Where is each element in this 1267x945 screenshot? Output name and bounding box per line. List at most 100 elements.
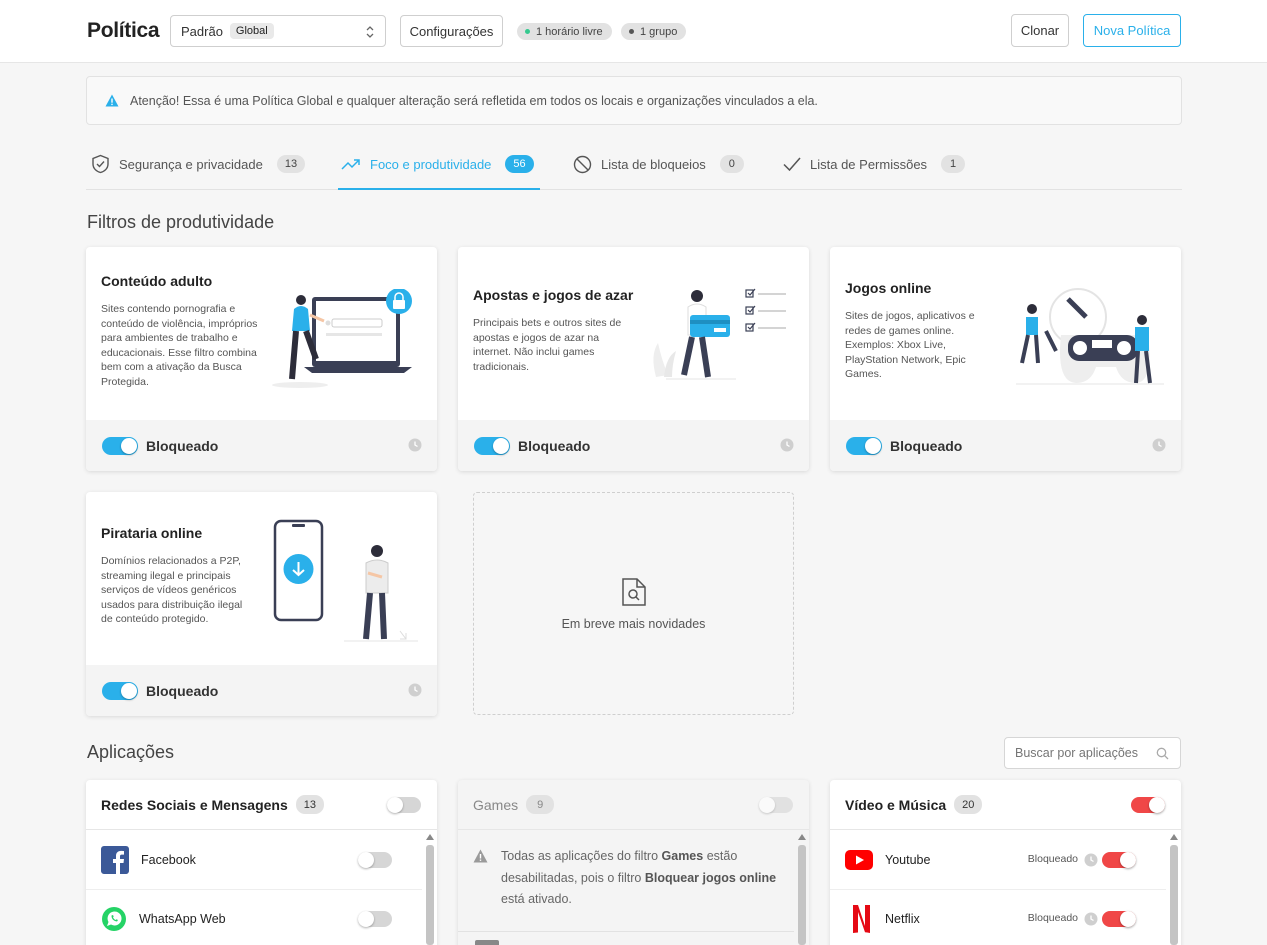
filter-card-gambling: Apostas e jogos de azar Principais bets …: [458, 247, 809, 471]
scrollbar[interactable]: [1169, 834, 1178, 945]
filter-status: Bloqueado: [146, 437, 219, 454]
trending-up-icon: [341, 159, 360, 170]
group-chip[interactable]: 1 grupo: [621, 23, 687, 40]
app-row: WhatsApp Web: [86, 890, 422, 945]
tab-focus-productivity[interactable]: Foco e produtividade 56: [341, 138, 534, 190]
shield-check-icon: [92, 154, 109, 174]
tab-count-badge: 1: [941, 155, 966, 173]
chip-label: 1 horário livre: [536, 25, 603, 38]
tab-label: Lista de bloqueios: [601, 156, 706, 172]
app-row: Netflix Bloqueado: [830, 890, 1166, 945]
new-policy-button[interactable]: Nova Política: [1083, 14, 1181, 47]
clock-icon[interactable]: [408, 683, 422, 697]
scroll-thumb[interactable]: [1169, 845, 1178, 945]
tab-count-badge: 56: [505, 155, 534, 173]
youtube-icon: [845, 850, 873, 870]
warning-icon: [105, 94, 119, 107]
select-arrows-icon: [366, 26, 374, 38]
top-header: Política Padrão Global Configurações 1 h…: [0, 0, 1267, 63]
filter-status: Bloqueado: [518, 437, 591, 454]
facebook-icon: [101, 846, 129, 874]
tab-label: Lista de Permissões: [810, 156, 928, 172]
group-toggle[interactable]: [1131, 797, 1165, 813]
search-icon: [1156, 747, 1169, 760]
clock-icon[interactable]: [780, 438, 794, 452]
app-toggle[interactable]: [1102, 911, 1136, 927]
clone-button[interactable]: Clonar: [1011, 14, 1069, 47]
filter-title: Conteúdo adulto: [101, 273, 213, 289]
scroll-up-arrow[interactable]: [797, 834, 806, 840]
policy-select[interactable]: Padrão Global: [170, 15, 386, 47]
filter-card-online-games: Jogos online Sites de jogos, aplicativos…: [830, 247, 1181, 471]
filter-description: Sites contendo pornografia e conteúdo de…: [101, 303, 258, 388]
filter-status: Bloqueado: [146, 682, 219, 699]
app-status: Bloqueado: [1027, 853, 1078, 865]
app-toggle[interactable]: [1102, 852, 1136, 868]
scrollbar[interactable]: [797, 834, 806, 945]
free-schedule-chip[interactable]: 1 horário livre: [517, 23, 612, 40]
filter-card-piracy: Pirataria online Domínios relacionados a…: [86, 492, 437, 716]
app-group-title: Vídeo e Música: [845, 796, 947, 813]
filter-footer: Bloqueado: [458, 420, 809, 471]
tab-security-privacy[interactable]: Segurança e privacidade 13: [91, 138, 306, 190]
scroll-thumb[interactable]: [425, 845, 434, 945]
filter-card-adult-content: Conteúdo adulto Sites contendo pornograf…: [86, 247, 437, 471]
filter-toggle[interactable]: [102, 436, 138, 455]
application-search-input[interactable]: [1004, 737, 1181, 769]
app-toggle[interactable]: [358, 911, 392, 927]
app-group-video-music: Vídeo e Música 20 Youtube Bloqueado Netf…: [830, 780, 1181, 945]
disabled-message-text: Todas as aplicações do filtro Games estã…: [501, 849, 777, 906]
group-toggle[interactable]: [759, 797, 793, 813]
app-icon: [475, 940, 499, 945]
applications-heading: Aplicações: [87, 742, 175, 762]
app-group-header: Vídeo e Música 20: [830, 780, 1181, 830]
scroll-up-arrow[interactable]: [1169, 834, 1178, 840]
laptop-lock-illustration: [272, 289, 412, 388]
app-name: Youtube: [885, 853, 931, 867]
scroll-up-arrow[interactable]: [425, 834, 434, 840]
clock-icon[interactable]: [1084, 853, 1098, 867]
active-tab-indicator: [338, 188, 540, 190]
status-dot: [525, 29, 530, 34]
filter-title: Jogos online: [845, 280, 932, 296]
app-row: Youtube Bloqueado: [830, 831, 1166, 890]
filter-description: Sites de jogos, aplicativos e redes de g…: [845, 310, 975, 380]
blocked-icon: [573, 155, 592, 173]
filter-footer: Bloqueado: [86, 420, 437, 471]
app-status: Bloqueado: [1027, 912, 1078, 924]
policy-scope-tag: Global: [229, 23, 274, 39]
clock-icon[interactable]: [1084, 912, 1098, 926]
clock-icon[interactable]: [408, 438, 422, 452]
filter-footer: Bloqueado: [830, 420, 1181, 471]
group-toggle[interactable]: [387, 797, 421, 813]
productivity-filters-heading: Filtros de produtividade: [87, 212, 275, 232]
betting-card-illustration: [653, 288, 786, 380]
tab-blocklist[interactable]: Lista de bloqueios 0: [573, 138, 744, 190]
app-toggle[interactable]: [358, 852, 392, 868]
app-group-header: Games 9: [458, 780, 809, 830]
app-group-header: Redes Sociais e Mensagens 13: [86, 780, 437, 830]
warning-icon: [473, 849, 488, 863]
app-group-games: Games 9 Todas as aplicações do filtro Ga…: [458, 780, 809, 945]
app-group-title: Games: [473, 796, 519, 813]
alert-text: Atenção! Essa é uma Política Global e qu…: [130, 93, 818, 108]
global-policy-alert: Atenção! Essa é uma Política Global e qu…: [86, 76, 1182, 125]
filter-toggle[interactable]: [102, 681, 138, 700]
coming-soon-placeholder: Em breve mais novidades: [473, 492, 794, 715]
filter-description: Principais bets e outros sites de aposta…: [473, 317, 622, 373]
settings-button[interactable]: Configurações: [400, 15, 503, 47]
netflix-icon: [853, 905, 870, 933]
filter-toggle[interactable]: [846, 436, 882, 455]
app-group-count: 13: [295, 795, 325, 814]
page-title: Política: [87, 19, 160, 42]
filter-toggle[interactable]: [474, 436, 510, 455]
app-group-count: 20: [954, 795, 983, 814]
clock-icon[interactable]: [1152, 438, 1166, 452]
tab-allowlist[interactable]: Lista de Permissões 1: [783, 138, 966, 190]
app-name: Facebook: [141, 853, 196, 867]
document-search-icon: [621, 577, 646, 606]
tab-label: Segurança e privacidade: [119, 156, 263, 172]
filter-description: Domínios relacionados a P2P, streaming i…: [101, 555, 243, 625]
scroll-thumb[interactable]: [797, 845, 806, 945]
scrollbar[interactable]: [425, 834, 434, 945]
